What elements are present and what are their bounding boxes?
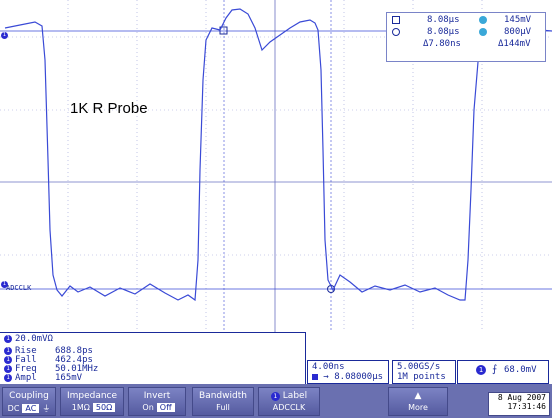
coupling-ac-option[interactable]: AC: [22, 404, 40, 413]
cursor-delta-time: Δ7.80ns: [423, 39, 461, 49]
cursor-a-volt: 145mV: [504, 15, 532, 25]
cursor-b-circle-icon: [392, 28, 400, 36]
ch1-badge-icon: 1: [4, 346, 12, 355]
coupling-label: Coupling: [9, 391, 49, 401]
rising-edge-icon: ⨍: [492, 364, 498, 375]
measurement-panel: 1 20.0mVΩ 1 Rise 688.8ps 1 Fall 462.4ps 1 Freq…: [0, 332, 306, 385]
channel-menu-bar: Coupling DC AC ⏚ Impedance 1MΩ 50Ω Invert O…: [0, 384, 552, 418]
sample-rate: 5.00GS/s: [397, 362, 441, 372]
datetime-display: 8 Aug 2007 17:31:46: [488, 392, 550, 416]
ch1-waveform-label: ADCCLK: [6, 284, 32, 292]
ch1-badge-icon: 1: [270, 392, 280, 401]
cursor-b-channel-icon: [479, 28, 487, 36]
oscilloscope-display: 1 1 ADCCLK 1K R Probe 8.08μs 145mV 8.08μ…: [0, 0, 552, 418]
measurement-name: Ampl: [15, 373, 37, 383]
measurement-row[interactable]: 1 Ampl 165mV: [4, 373, 82, 383]
invert-label: Invert: [143, 391, 171, 401]
ch1-badge-icon: 1: [4, 355, 12, 364]
timebase-position-row: → 8.08000μs: [312, 372, 383, 382]
ch1-badge-icon: 1: [4, 373, 12, 382]
sampling-readout[interactable]: 5.00GS/s 1M points: [392, 360, 456, 384]
label-button[interactable]: 1 Label ADCCLK: [258, 387, 320, 416]
cursor-a-time: 8.08μs: [427, 15, 460, 25]
timebase-position: 8.08000μs: [334, 372, 384, 382]
label-value: ADCCLK: [272, 403, 306, 412]
impedance-label: Impedance: [66, 391, 118, 401]
cursor-b-volt: 800μV: [504, 27, 532, 37]
more-button[interactable]: ▲ More: [388, 387, 448, 416]
timebase-readout[interactable]: 4.00ns → 8.08000μs: [307, 360, 389, 384]
probe-annotation: 1K R Probe: [70, 100, 148, 117]
more-label: More: [408, 403, 428, 412]
ch1-level-marker[interactable]: 1: [1, 32, 8, 39]
bandwidth-label: Bandwidth: [199, 391, 247, 401]
arrow-right-icon: →: [323, 372, 329, 382]
date-text: 8 Aug 2007: [497, 393, 546, 402]
ch1-scale-row[interactable]: 1 20.0mVΩ: [4, 334, 53, 344]
timebase-per-div: 4.00ns: [312, 362, 345, 372]
trigger-level: 68.0mV: [504, 365, 537, 375]
ch1-scale: 20.0mVΩ: [15, 334, 53, 344]
cursor-delta-volt: Δ144mV: [498, 39, 531, 49]
impedance-50ohm-option[interactable]: 50Ω: [92, 403, 116, 412]
label-label: Label: [282, 391, 308, 401]
ch1-badge-icon: 1: [4, 334, 12, 343]
up-arrow-icon: ▲: [414, 391, 422, 401]
coupling-dc-option[interactable]: DC: [5, 404, 23, 413]
coupling-button[interactable]: Coupling DC AC ⏚: [2, 387, 56, 416]
impedance-button[interactable]: Impedance 1MΩ 50Ω: [60, 387, 124, 416]
measurement-value: 165mV: [55, 373, 83, 383]
cursor-a-channel-icon: [479, 16, 487, 24]
invert-button[interactable]: Invert On Off: [128, 387, 186, 416]
invert-on-option[interactable]: On: [139, 403, 156, 412]
cursor-b-time: 8.08μs: [427, 27, 460, 37]
impedance-1mohm-option[interactable]: 1MΩ: [69, 403, 93, 412]
bandwidth-button[interactable]: Bandwidth Full: [192, 387, 254, 416]
bandwidth-value: Full: [216, 403, 230, 412]
record-length: 1M points: [397, 372, 446, 382]
cursor-readout: 8.08μs 145mV 8.08μs 800μV Δ7.80ns Δ144mV: [386, 12, 546, 62]
trigger-source-badge-icon: 1: [476, 365, 486, 375]
trigger-readout[interactable]: 1 ⨍ 68.0mV: [457, 360, 549, 384]
ch1-badge-icon: 1: [4, 364, 12, 373]
invert-off-option[interactable]: Off: [156, 403, 175, 412]
cursor-a-square-icon: [392, 16, 400, 24]
time-text: 17:31:46: [507, 402, 546, 411]
horizontal-position-icon: [312, 373, 318, 380]
coupling-ground-icon[interactable]: ⏚: [39, 403, 53, 414]
